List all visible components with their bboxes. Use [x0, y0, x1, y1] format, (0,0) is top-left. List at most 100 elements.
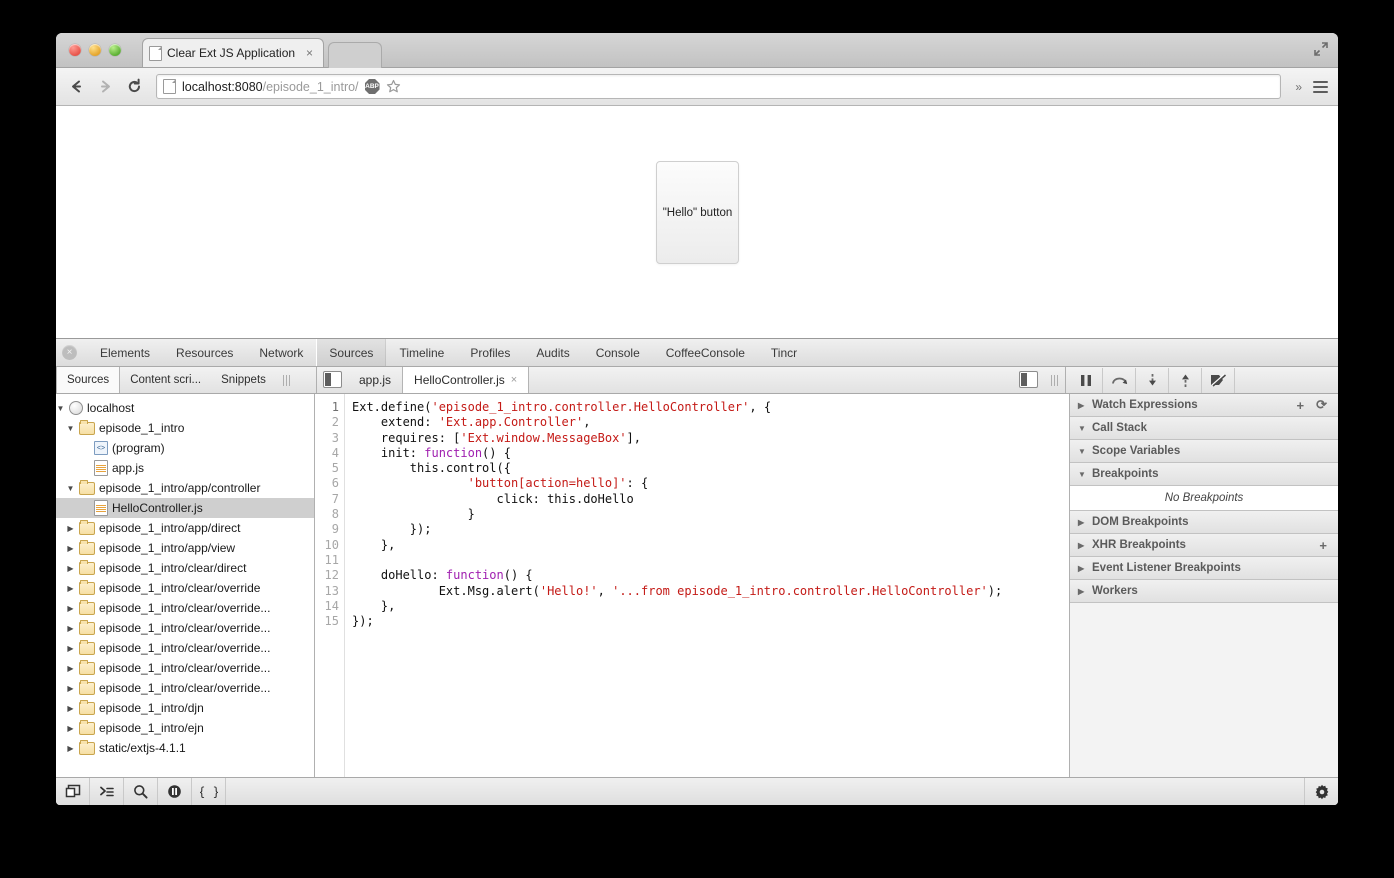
chevron-right-icon[interactable]: ▶ [66, 624, 75, 633]
tree-row-folder[interactable]: ▶ episode_1_intro/clear/override [56, 578, 314, 598]
sidebar-resize-grip[interactable] [276, 367, 298, 393]
hello-button-panel[interactable]: "Hello" button [656, 161, 739, 264]
line-number: 14 [324, 598, 339, 613]
section-watch-expressions[interactable]: ▶ Watch Expressions + ⟳ [1070, 394, 1338, 417]
fullscreen-icon[interactable] [1314, 42, 1328, 56]
tree-row-appjs[interactable]: app.js [56, 458, 314, 478]
section-dom-breakpoints[interactable]: ▶ DOM Breakpoints [1070, 511, 1338, 534]
search-icon[interactable] [124, 778, 158, 805]
tree-row-hellocontroller[interactable]: HelloController.js [56, 498, 314, 518]
tree-row-folder[interactable]: ▼ episode_1_intro/app/controller [56, 478, 314, 498]
tree-row-folder[interactable]: ▶ episode_1_intro/app/direct [56, 518, 314, 538]
code-content[interactable]: Ext.define('episode_1_intro.controller.H… [345, 394, 1069, 777]
chevron-down-icon[interactable]: ▼ [56, 404, 65, 413]
tree-row-folder[interactable]: ▶ episode_1_intro/clear/override... [56, 598, 314, 618]
forward-button[interactable] [95, 77, 115, 97]
step-over-button[interactable] [1103, 367, 1136, 393]
file-tab-appjs[interactable]: app.js [348, 367, 402, 393]
back-button[interactable] [66, 77, 86, 97]
tree-row-folder[interactable]: ▼ episode_1_intro [56, 418, 314, 438]
overflow-icon[interactable]: » [1293, 80, 1304, 94]
browser-tab[interactable]: Clear Ext JS Application × [142, 38, 324, 67]
tab-timeline[interactable]: Timeline [386, 339, 457, 366]
close-devtools-button[interactable]: × [62, 345, 77, 360]
section-workers[interactable]: ▶ Workers [1070, 580, 1338, 603]
zoom-window-button[interactable] [109, 44, 121, 56]
folder-icon [79, 719, 95, 735]
sidebar-tab-snippets[interactable]: Snippets [211, 367, 276, 393]
tree-row-folder[interactable]: ▶ episode_1_intro/app/view [56, 538, 314, 558]
refresh-watch-icon[interactable]: ⟳ [1313, 397, 1330, 413]
step-into-button[interactable] [1136, 367, 1169, 393]
tab-tincr[interactable]: Tincr [758, 339, 810, 366]
dock-side-button[interactable] [56, 778, 90, 805]
close-icon[interactable]: × [511, 374, 517, 386]
editor-resize-grip[interactable] [1044, 367, 1066, 393]
chevron-right-icon[interactable]: ▶ [66, 604, 75, 613]
tree-row-program[interactable]: <> (program) [56, 438, 314, 458]
tab-elements[interactable]: Elements [87, 339, 163, 366]
section-breakpoints[interactable]: ▼ Breakpoints [1070, 463, 1338, 486]
close-icon[interactable]: × [302, 46, 317, 60]
javascript-file-icon [94, 500, 108, 516]
section-scope-variables[interactable]: ▼ Scope Variables [1070, 440, 1338, 463]
chevron-right-icon[interactable]: ▶ [66, 684, 75, 693]
chevron-right-icon[interactable]: ▶ [66, 744, 75, 753]
tab-coffeeconsole[interactable]: CoffeeConsole [653, 339, 758, 366]
toggle-navigator-icon[interactable] [323, 371, 342, 388]
tree-row-folder[interactable]: ▶ episode_1_intro/clear/override... [56, 638, 314, 658]
source-editor[interactable]: 1 2 3 4 5 6 7 8 9 10 11 12 13 14 15 Ext.… [315, 394, 1069, 777]
tree-row-folder[interactable]: ▶ episode_1_intro/ejn [56, 718, 314, 738]
chevron-right-icon[interactable]: ▶ [66, 564, 75, 573]
section-event-listener-breakpoints[interactable]: ▶ Event Listener Breakpoints [1070, 557, 1338, 580]
tab-console[interactable]: Console [583, 339, 653, 366]
chevron-right-icon[interactable]: ▶ [66, 524, 75, 533]
tab-network[interactable]: Network [246, 339, 316, 366]
tab-sources[interactable]: Sources [316, 339, 387, 366]
tree-row-folder[interactable]: ▶ episode_1_intro/djn [56, 698, 314, 718]
chevron-right-icon[interactable]: ▶ [66, 724, 75, 733]
section-xhr-breakpoints[interactable]: ▶ XHR Breakpoints + [1070, 534, 1338, 557]
minimize-window-button[interactable] [89, 44, 101, 56]
toggle-sidebar-icon[interactable] [1018, 371, 1038, 388]
new-tab-button[interactable] [328, 42, 382, 68]
tree-row-folder[interactable]: ▶ episode_1_intro/clear/override... [56, 678, 314, 698]
tree-row-folder[interactable]: ▶ static/extjs-4.1.1 [56, 738, 314, 758]
file-navigator[interactable]: ▼ localhost ▼ episode_1_intro <> (progra… [56, 394, 315, 777]
add-xhr-breakpoint-icon[interactable]: + [1316, 538, 1330, 553]
page-viewport: "Hello" button [56, 106, 1338, 338]
menu-icon[interactable] [1313, 80, 1328, 93]
sidebar-tab-sources[interactable]: Sources [56, 367, 121, 393]
sidebar-tab-content-scripts[interactable]: Content scri... [120, 367, 211, 393]
close-window-button[interactable] [69, 44, 81, 56]
tree-row-localhost[interactable]: ▼ localhost [56, 398, 314, 418]
pause-button[interactable] [1070, 367, 1103, 393]
step-out-button[interactable] [1169, 367, 1202, 393]
tree-label: episode_1_intro/clear/override... [99, 681, 271, 695]
chevron-right-icon[interactable]: ▶ [66, 584, 75, 593]
tab-profiles[interactable]: Profiles [457, 339, 523, 366]
chevron-right-icon[interactable]: ▶ [66, 704, 75, 713]
chevron-right-icon[interactable]: ▶ [66, 644, 75, 653]
chevron-right-icon[interactable]: ▶ [66, 544, 75, 553]
address-bar[interactable]: localhost:8080/episode_1_intro/ ABP [156, 74, 1282, 99]
bookmark-star-icon[interactable] [386, 79, 401, 94]
pause-on-exceptions-button[interactable] [158, 778, 192, 805]
chevron-right-icon[interactable]: ▶ [66, 664, 75, 673]
tree-row-folder[interactable]: ▶ episode_1_intro/clear/override... [56, 618, 314, 638]
tab-audits[interactable]: Audits [523, 339, 582, 366]
tree-row-folder[interactable]: ▶ episode_1_intro/clear/direct [56, 558, 314, 578]
chevron-down-icon[interactable]: ▼ [66, 424, 75, 433]
gear-icon[interactable] [1304, 778, 1338, 805]
section-call-stack[interactable]: ▼ Call Stack [1070, 417, 1338, 440]
chevron-down-icon[interactable]: ▼ [66, 484, 75, 493]
tree-row-folder[interactable]: ▶ episode_1_intro/clear/override... [56, 658, 314, 678]
deactivate-breakpoints-button[interactable] [1202, 367, 1235, 393]
reload-button[interactable] [124, 77, 144, 97]
tab-resources[interactable]: Resources [163, 339, 246, 366]
adblock-icon[interactable]: ABP [364, 79, 380, 94]
pretty-print-button[interactable]: { } [192, 778, 226, 805]
add-watch-icon[interactable]: + [1294, 398, 1308, 413]
show-console-button[interactable] [90, 778, 124, 805]
file-tab-hellocontroller[interactable]: HelloController.js × [402, 367, 530, 393]
